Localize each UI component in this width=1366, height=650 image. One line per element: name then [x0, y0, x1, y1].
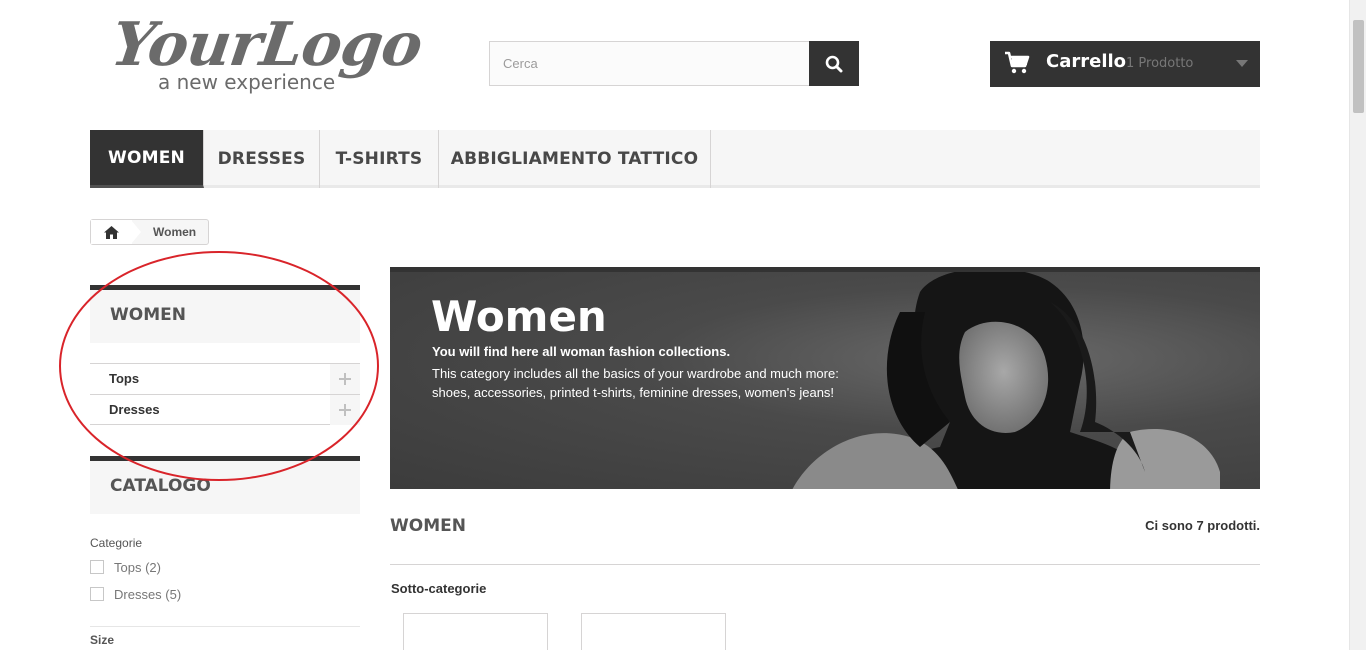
category-item: Dresses: [90, 394, 360, 425]
menu-item-dresses[interactable]: DRESSES: [204, 130, 320, 188]
product-count: Ci sono 7 prodotti.: [1145, 518, 1260, 533]
filter-option-label: Tops (2): [114, 559, 161, 575]
logo-tagline: a new experience: [158, 70, 336, 94]
top-menu: WOMEN DRESSES T-SHIRTS ABBIGLIAMENTO TAT…: [90, 130, 1260, 188]
category-item: Tops: [90, 363, 360, 394]
filter-option[interactable]: Tops (2): [90, 558, 161, 576]
vertical-scrollbar[interactable]: [1349, 0, 1366, 650]
filter-heading-size: Size: [90, 633, 115, 647]
cart-button[interactable]: Carrello 1 Prodotto: [990, 41, 1260, 87]
category-item-label[interactable]: Dresses: [109, 402, 160, 417]
cart-label: Carrello: [1046, 51, 1127, 72]
breadcrumb-home[interactable]: [91, 220, 132, 244]
shopping-cart-icon: [1005, 51, 1030, 74]
divider: [90, 626, 360, 627]
filter-option-label: Dresses (5): [114, 586, 182, 602]
search-input[interactable]: [489, 41, 810, 86]
search-icon: [825, 55, 843, 72]
subcategory-thumbnail[interactable]: [581, 613, 726, 650]
filter-option[interactable]: Dresses (5): [90, 585, 181, 603]
checkbox[interactable]: [90, 587, 104, 601]
category-banner: Women You will find here all woman fashi…: [390, 267, 1260, 489]
site-logo[interactable]: YourLogo a new experience: [107, 10, 426, 98]
category-tree: Tops Dresses: [90, 363, 360, 425]
banner-title: Women: [431, 292, 607, 341]
catalog-block-title: CATALOGO: [90, 456, 360, 514]
banner-lead: You will find here all woman fashion col…: [432, 344, 731, 359]
search-button[interactable]: [809, 41, 859, 86]
category-item-label[interactable]: Tops: [109, 371, 139, 386]
scrollbar-thumb[interactable]: [1353, 20, 1364, 113]
banner-description: This category includes all the basics of…: [432, 366, 839, 400]
category-block-title: WOMEN: [90, 285, 360, 343]
breadcrumb-separator: [131, 220, 141, 244]
menu-item-women[interactable]: WOMEN: [90, 130, 204, 188]
checkbox[interactable]: [90, 560, 104, 574]
menu-item-abbigliamento-tattico[interactable]: ABBIGLIAMENTO TATTICO: [439, 130, 711, 188]
filter-heading-categories: Categorie: [90, 536, 143, 550]
menu-item-tshirts[interactable]: T-SHIRTS: [320, 130, 439, 188]
divider: [390, 564, 1260, 565]
breadcrumb: Women: [90, 219, 209, 245]
expand-plus-icon[interactable]: [330, 395, 360, 425]
subcategories-heading: Sotto-categorie: [391, 581, 487, 596]
cart-quantity: 1 Prodotto: [1126, 56, 1194, 71]
breadcrumb-current: Women: [153, 225, 197, 239]
subcategory-thumbnail[interactable]: [403, 613, 548, 650]
expand-plus-icon[interactable]: [330, 364, 360, 394]
page-title: WOMEN: [390, 516, 466, 536]
chevron-down-icon: [1236, 60, 1248, 67]
home-icon: [104, 225, 119, 239]
